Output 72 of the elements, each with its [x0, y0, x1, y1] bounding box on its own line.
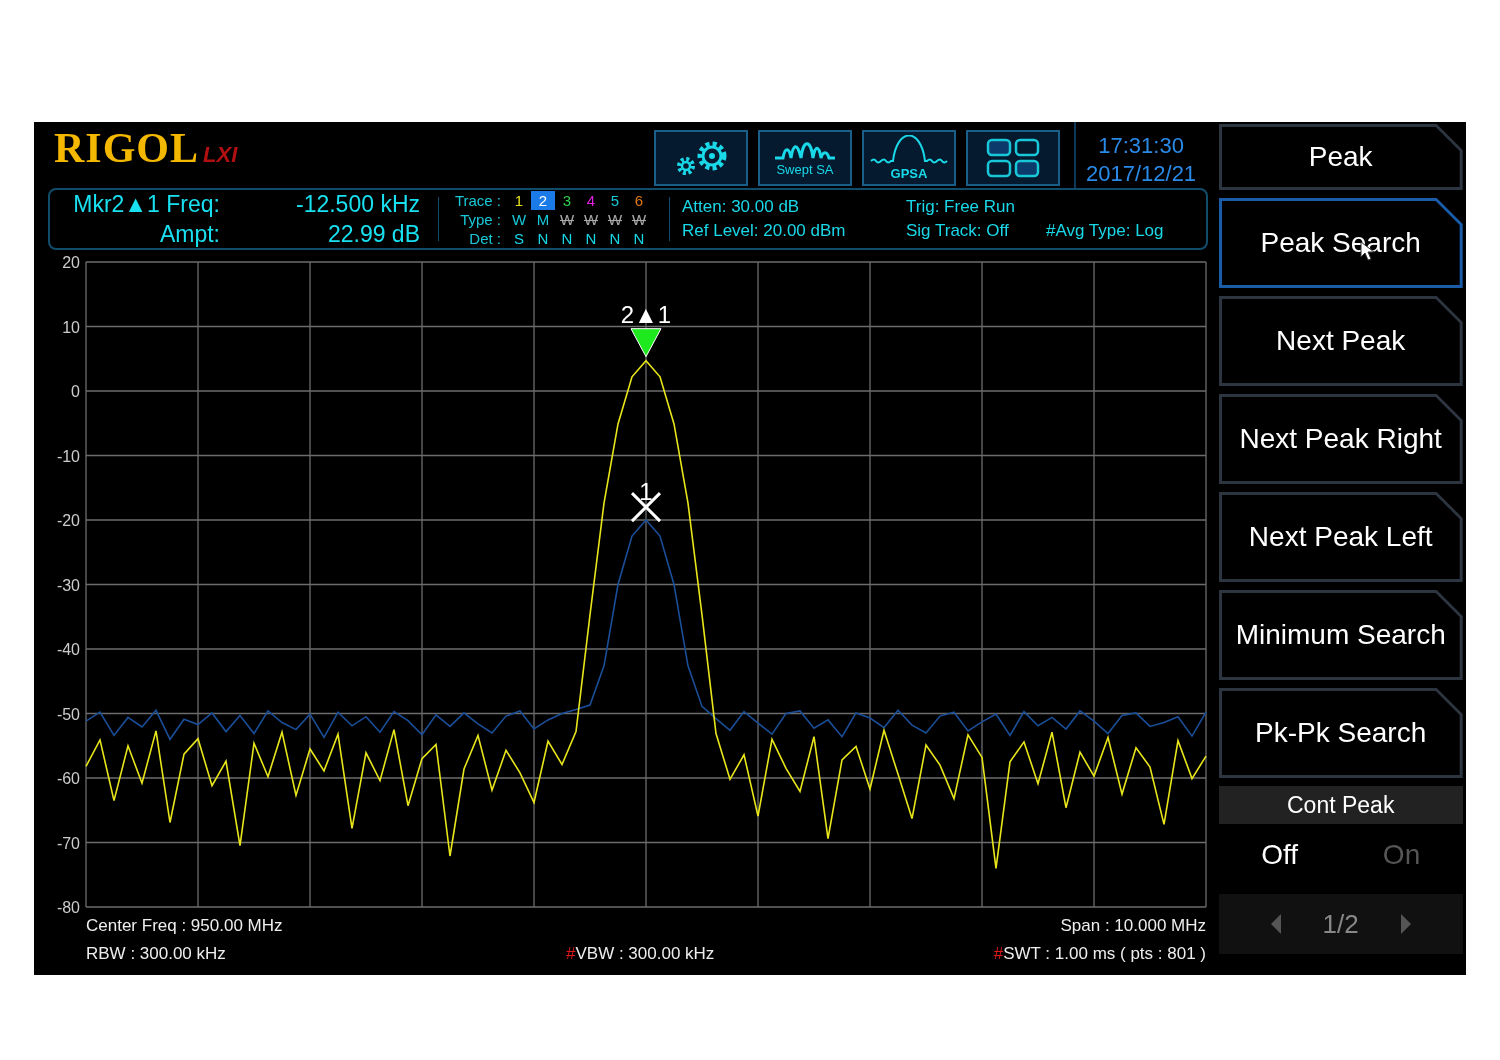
axis-label: -70: [56, 834, 80, 852]
trace-number[interactable]: 1: [507, 190, 531, 210]
status-text: Ref Level: 20.00 dBm: [682, 220, 847, 242]
axis-label: 10: [62, 318, 80, 336]
marker-label: 1: [639, 478, 653, 505]
spectrum-wave-icon: [773, 139, 837, 161]
layout-button[interactable]: [966, 130, 1060, 186]
type-heading: Type :: [459, 209, 502, 229]
trace-type: M: [535, 209, 551, 229]
toggle-control[interactable]: Cont Peak Off On: [1218, 786, 1463, 886]
axis-label: -50: [56, 705, 80, 723]
det-heading: Det :: [468, 228, 502, 248]
delta-marker-icon[interactable]: [630, 328, 662, 358]
menu-button[interactable]: Next Peak Left: [1218, 492, 1463, 582]
trace-type: W: [630, 209, 648, 229]
toggle-option[interactable]: Off: [1261, 839, 1298, 871]
marker-value: 22.99 dB: [326, 220, 420, 249]
trace-type: W: [510, 209, 528, 229]
trace-detector: N: [536, 228, 550, 248]
bell-curve-icon: [869, 135, 949, 165]
marker-label: Mkr2▲1 Freq:: [72, 190, 220, 219]
menu-button[interactable]: Next Peak: [1218, 296, 1463, 386]
axis-label: -60: [56, 770, 80, 787]
menu-button[interactable]: Minimum Search: [1218, 590, 1463, 680]
axis-label: 20: [62, 254, 80, 271]
trace-type: W: [606, 209, 624, 229]
grid-layout-icon: [985, 137, 1041, 179]
setting-text: Span : 10.000 MHz: [1059, 915, 1206, 937]
trace-number[interactable]: 6: [627, 190, 651, 210]
trace-type: W: [582, 209, 600, 229]
trace-detector: N: [560, 228, 574, 248]
marker-label: 2▲1: [620, 300, 672, 328]
axis-label: 0: [71, 383, 80, 400]
trace-number[interactable]: 2: [531, 190, 555, 210]
trace-number[interactable]: 5: [603, 190, 627, 210]
status-text: Atten: 30.00 dB: [682, 196, 801, 218]
setting-text: #VBW : 300.00 kHz: [566, 943, 716, 965]
toggle-label: Cont Peak: [1287, 791, 1395, 820]
clock-date: 2017/12/21: [1086, 160, 1197, 188]
trace-detector: N: [632, 228, 646, 248]
menu-button[interactable]: Peak Search: [1218, 198, 1463, 288]
swept-sa-button[interactable]: Swept SA: [758, 130, 852, 186]
axis-label: -20: [56, 512, 80, 529]
trace-heading: Trace :: [453, 190, 502, 210]
axis-label: -40: [56, 641, 80, 658]
menu-title: Peak: [1218, 124, 1463, 190]
brand-logo: RIGOL: [54, 124, 200, 172]
status-text: #Avg Type: Log: [1046, 220, 1165, 242]
trace-detector: N: [584, 228, 598, 248]
marker-value: -12.500 kHz: [295, 190, 420, 219]
right-arrow-icon[interactable]: [1398, 912, 1413, 936]
setting-text: RBW : 300.00 kHz: [86, 943, 227, 965]
clock-time: 17:31:30: [1098, 132, 1184, 160]
settings-button[interactable]: [654, 130, 748, 186]
axis-label: -30: [56, 576, 80, 594]
trace-number[interactable]: 4: [579, 190, 603, 210]
page-indicator: 1/2: [1322, 908, 1359, 940]
menu-button[interactable]: Next Peak Right: [1218, 394, 1463, 484]
trace-detector: N: [608, 228, 622, 248]
menu-button[interactable]: Pk-Pk Search: [1218, 688, 1463, 778]
setting-text: #SWT : 1.00 ms ( pts : 801 ): [992, 943, 1206, 965]
status-text: Sig Track: Off: [906, 220, 1010, 242]
marker-label: Ampt:: [158, 220, 220, 249]
trace-type: W: [558, 209, 576, 229]
trace-number[interactable]: 3: [555, 190, 579, 210]
trace-detector: S: [513, 228, 525, 248]
axis-label: -80: [56, 899, 80, 916]
lxi-logo: LXI: [203, 142, 238, 168]
gpsa-button[interactable]: GPSA: [862, 130, 956, 186]
axis-label: -10: [56, 447, 80, 465]
status-text: Trig: Free Run: [906, 196, 1016, 218]
setting-text: Center Freq : 950.00 MHz: [86, 915, 284, 937]
